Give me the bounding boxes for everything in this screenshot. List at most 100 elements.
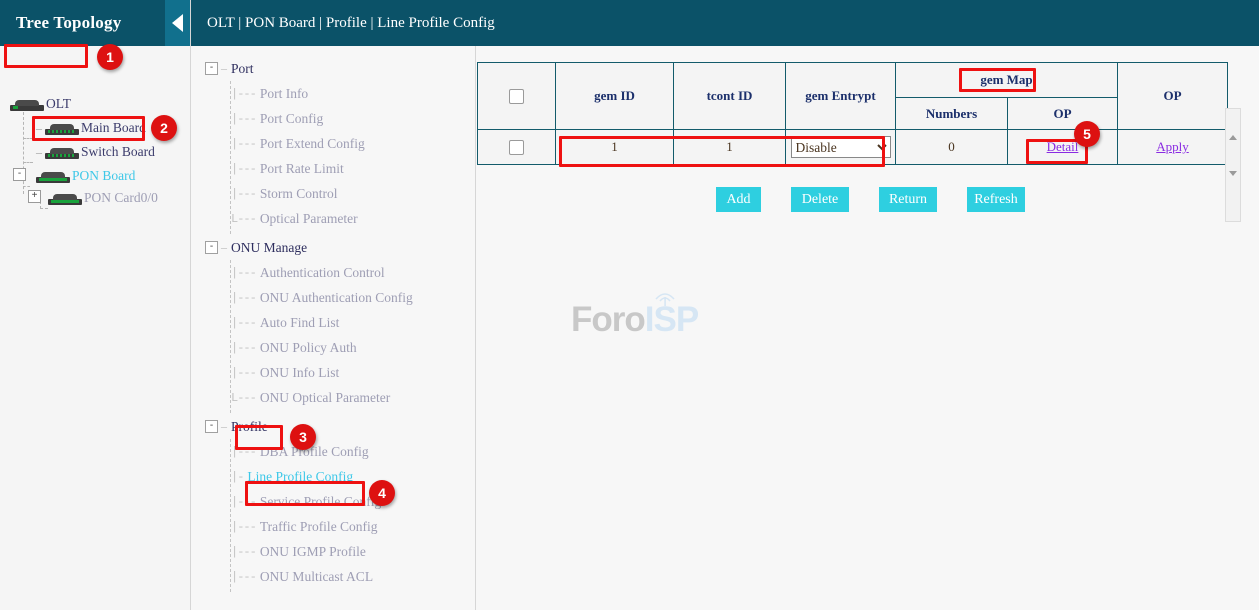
triangle-up-icon[interactable]	[1229, 135, 1237, 140]
board-icon	[45, 146, 79, 159]
nav-group-port[interactable]: - – Port	[191, 56, 475, 81]
column-header-tcont-id: tcont ID	[674, 63, 786, 130]
cell-op: Apply	[1118, 130, 1228, 165]
nav-item-label: DBA Profile Config	[260, 444, 369, 460]
nav-item-prefix-icon: |-	[231, 470, 243, 484]
tree-branch-line	[23, 186, 30, 187]
nav-item-label: ONU Policy Auth	[260, 340, 357, 356]
nav-item-port-extend-config[interactable]: |--- Port Extend Config	[191, 131, 475, 156]
tree-dash-icon: –	[36, 121, 42, 136]
nav-item-prefix-icon: |---	[231, 162, 256, 176]
tree-branch-line	[23, 162, 33, 163]
refresh-button[interactable]: Refresh	[967, 187, 1025, 212]
cell-gem-map-op: Detail	[1008, 130, 1118, 165]
nav-item-prefix-icon: |---	[231, 87, 256, 101]
board-icon	[48, 192, 82, 205]
nav-group-expander[interactable]: -	[205, 62, 218, 75]
nav-item-prefix-icon: |---	[231, 495, 256, 509]
return-button[interactable]: Return	[879, 187, 937, 212]
nav-item-authentication-control[interactable]: |--- Authentication Control	[191, 260, 475, 285]
nav-item-prefix-icon: |---	[231, 520, 256, 534]
nav-item-line-profile-config[interactable]: |- Line Profile Config	[191, 464, 475, 489]
tree-node-pon-card[interactable]: PON Card0/0	[48, 186, 158, 210]
tree-expander-pon-board[interactable]: -	[13, 168, 26, 181]
tree-node-switch-board[interactable]: – Switch Board	[36, 140, 155, 164]
cell-gem-map-numbers: 0	[896, 130, 1008, 165]
table-header-row-1: gem ID tcont ID gem Entrypt gem Map OP	[478, 63, 1228, 98]
tree-node-label: PON Card0/0	[84, 190, 158, 206]
nav-item-port-rate-limit[interactable]: |--- Port Rate Limit	[191, 156, 475, 181]
nav-group-onu-manage[interactable]: - – ONU Manage	[191, 235, 475, 260]
tree-topology-sidebar: Tree Topology OLT – Main Board	[0, 0, 191, 610]
nav-item-onu-multicast-acl[interactable]: |--- ONU Multicast ACL	[191, 564, 475, 589]
nav-item-label: ONU Optical Parameter	[260, 390, 390, 406]
row-select-cell	[478, 130, 556, 165]
board-icon	[36, 170, 70, 183]
nav-item-prefix-icon: |---	[231, 445, 256, 459]
nav-item-service-profile-config[interactable]: |--- Service Profile Config	[191, 489, 475, 514]
nav-item-label: Port Config	[260, 111, 323, 127]
row-checkbox[interactable]	[509, 140, 524, 155]
apply-link[interactable]: Apply	[1156, 139, 1189, 154]
tree-topology-title: Tree Topology	[0, 13, 121, 33]
nav-item-onu-optical-parameter[interactable]: L--- ONU Optical Parameter	[191, 385, 475, 410]
nav-item-prefix-icon: |---	[231, 187, 256, 201]
sidebar-collapse-button[interactable]	[165, 0, 190, 46]
nav-group-label: Port	[231, 61, 254, 77]
nav-item-label: ONU Multicast ACL	[260, 569, 373, 585]
nav-item-label: Optical Parameter	[260, 211, 358, 227]
tree-branch-line	[23, 138, 33, 139]
tree-node-olt[interactable]: OLT	[10, 92, 71, 116]
navigation-panel: - – Port |--- Port Info |--- Port Config…	[191, 46, 476, 610]
tree-dash-icon: –	[36, 145, 42, 160]
nav-item-port-config[interactable]: |--- Port Config	[191, 106, 475, 131]
triangle-down-icon[interactable]	[1229, 171, 1237, 176]
cell-gem-entrypt: Disable Enable	[786, 130, 896, 165]
breadcrumb: OLT | PON Board | Profile | Line Profile…	[191, 0, 1259, 46]
tree-node-main-board[interactable]: – Main Board	[36, 116, 146, 140]
nav-item-prefix-icon: |---	[231, 341, 256, 355]
tree-node-label: OLT	[46, 96, 71, 112]
nav-item-prefix-icon: |---	[231, 570, 256, 584]
nav-item-optical-parameter[interactable]: L--- Optical Parameter	[191, 206, 475, 231]
nav-item-dba-profile-config[interactable]: |--- DBA Profile Config	[191, 439, 475, 464]
nav-group-label: ONU Manage	[231, 240, 307, 256]
detail-link[interactable]: Detail	[1047, 139, 1079, 154]
line-profile-table: gem ID tcont ID gem Entrypt gem Map OP N…	[477, 62, 1228, 165]
add-button[interactable]: Add	[716, 187, 761, 212]
nav-item-onu-igmp-profile[interactable]: |--- ONU IGMP Profile	[191, 539, 475, 564]
nav-item-label: Authentication Control	[260, 265, 385, 281]
nav-item-storm-control[interactable]: |--- Storm Control	[191, 181, 475, 206]
nav-group-profile[interactable]: - – Profile	[191, 414, 475, 439]
nav-item-traffic-profile-config[interactable]: |--- Traffic Profile Config	[191, 514, 475, 539]
cell-tcont-id: 1	[674, 130, 786, 165]
select-all-checkbox[interactable]	[509, 89, 524, 104]
tree-node-pon-board[interactable]: PON Board	[36, 164, 135, 188]
tree-topology-header: Tree Topology	[0, 0, 190, 46]
nav-group-expander[interactable]: -	[205, 241, 218, 254]
gem-entrypt-select[interactable]: Disable Enable	[791, 136, 891, 158]
tree-node-list: OLT – Main Board – Switch Board - PON Bo…	[0, 46, 190, 50]
tree-trunk-line	[23, 112, 24, 194]
nav-item-onu-policy-auth[interactable]: |--- ONU Policy Auth	[191, 335, 475, 360]
nav-item-onu-info-list[interactable]: |--- ONU Info List	[191, 360, 475, 385]
column-header-op: OP	[1118, 63, 1228, 130]
nav-item-prefix-icon: |---	[231, 545, 256, 559]
nav-item-label: Service Profile Config	[260, 494, 381, 510]
nav-item-label: Storm Control	[260, 186, 338, 202]
column-header-gem-entrypt: gem Entrypt	[786, 63, 896, 130]
nav-group-expander[interactable]: -	[205, 420, 218, 433]
tree-expander-pon-card[interactable]: +	[28, 190, 41, 203]
cell-gem-id: 1	[556, 130, 674, 165]
nav-item-prefix-icon: |---	[231, 137, 256, 151]
triangle-left-icon	[172, 14, 183, 32]
nav-item-auto-find-list[interactable]: |--- Auto Find List	[191, 310, 475, 335]
table-vertical-scrollbar[interactable]	[1225, 108, 1241, 222]
nav-item-onu-authentication-config[interactable]: |--- ONU Authentication Config	[191, 285, 475, 310]
nav-item-prefix-icon: |---	[231, 316, 256, 330]
nav-item-port-info[interactable]: |--- Port Info	[191, 81, 475, 106]
delete-button[interactable]: Delete	[791, 187, 849, 212]
nav-item-prefix-icon: |---	[231, 112, 256, 126]
column-header-gem-map: gem Map	[896, 63, 1118, 98]
watermark-foro: Foro	[571, 300, 645, 339]
